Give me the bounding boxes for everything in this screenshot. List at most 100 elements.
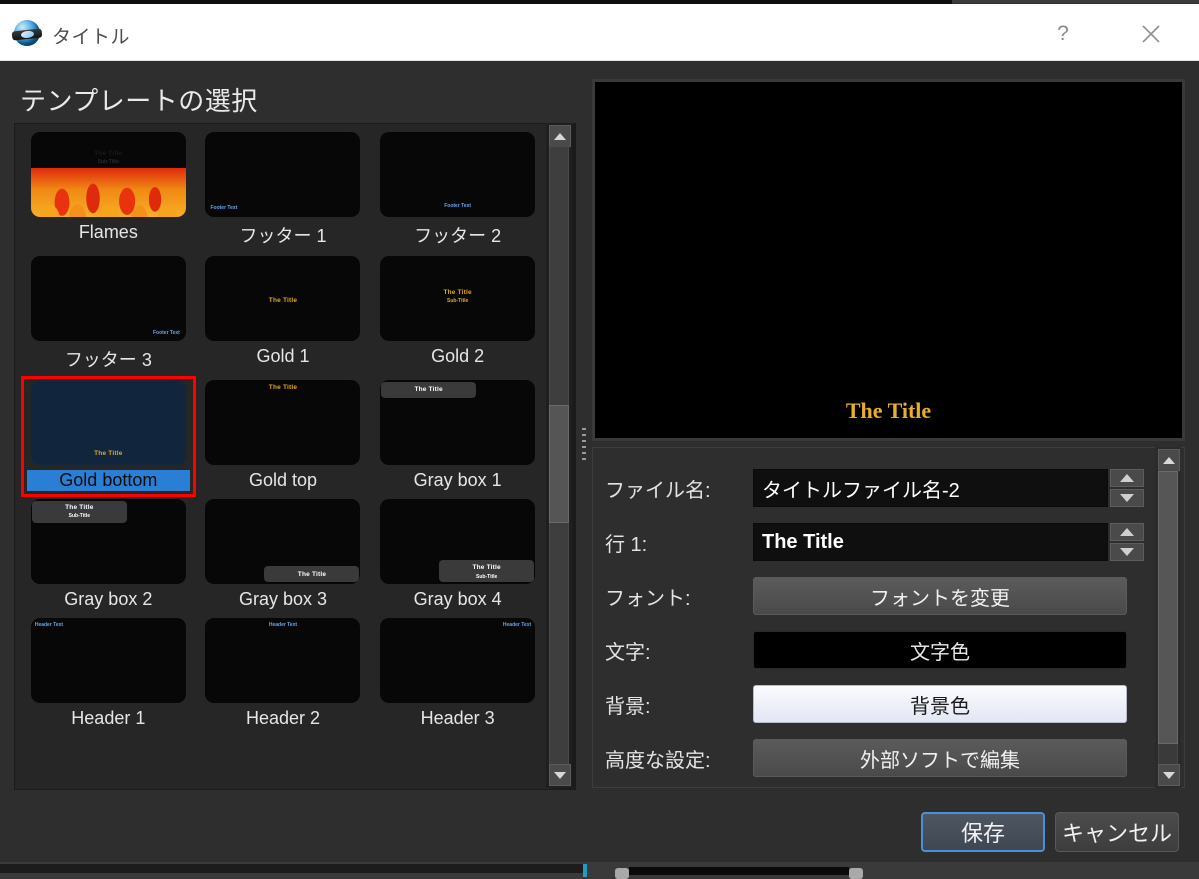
text-color-label: 文字: — [605, 641, 651, 664]
scrollbar-thumb[interactable] — [1158, 471, 1178, 744]
template-item[interactable]: The Title Sub-Title Gold 2 — [372, 254, 543, 376]
template-item-label: Gray box 3 — [238, 589, 328, 609]
dialog-body: テンプレートの選択 The Title Sub-Title Flames Footer… — [0, 61, 1199, 801]
thumbnail-header: Header Text — [34, 622, 64, 628]
template-item-label: Gray box 2 — [64, 589, 153, 609]
template-thumbnail: Header Text — [30, 618, 186, 703]
thumbnail-footer: Footer Text — [210, 205, 238, 211]
line1-stepper[interactable] — [1110, 523, 1144, 561]
template-item[interactable]: Footer Text フッター 1 — [198, 130, 369, 252]
title-bar: タイトル ? — [0, 4, 1199, 61]
field-row-background-color: 背景: 背景色 — [605, 680, 1145, 728]
font-label: フォント: — [605, 587, 691, 610]
template-item[interactable]: The Title Gold bottom — [21, 376, 196, 497]
stepper-down-button[interactable] — [1110, 489, 1144, 507]
template-thumbnail: Footer Text — [205, 132, 361, 217]
template-item-label: フッター 1 — [239, 226, 327, 246]
slider-handle-right[interactable] — [849, 868, 863, 879]
thumbnail-title: The Title — [65, 504, 94, 511]
template-item[interactable]: Footer Text フッター 2 — [372, 130, 543, 252]
chevron-up-icon — [1120, 474, 1134, 482]
close-button[interactable] — [1123, 8, 1179, 60]
template-item[interactable]: The Title Gray box 3 — [198, 497, 369, 614]
template-item-label: Gold top — [248, 470, 318, 490]
template-item[interactable]: The Title Gray box 1 — [372, 378, 543, 495]
slider-handle-left[interactable] — [615, 868, 629, 879]
background-color-button[interactable]: 背景色 — [753, 685, 1127, 723]
template-item-label: Header 3 — [420, 708, 495, 728]
template-thumbnail: The Title Sub-Title — [30, 499, 186, 584]
panel-splitter[interactable] — [578, 123, 590, 788]
scroll-up-button[interactable] — [549, 125, 571, 147]
help-button[interactable]: ? — [1035, 8, 1091, 60]
thumbnail-title: The Title — [268, 297, 298, 304]
scroll-down-button[interactable] — [549, 764, 571, 786]
template-grid: The Title Sub-Title Flames Footer Text フッター … — [21, 130, 543, 733]
template-thumbnail: Footer Text — [380, 132, 536, 217]
thumbnail-footer: Footer Text — [444, 203, 472, 209]
template-item[interactable]: The Title Sub-Title Gray box 2 — [23, 497, 194, 614]
chevron-down-icon — [1163, 771, 1175, 779]
thumbnail-subtitle: Sub-Title — [97, 159, 119, 165]
template-thumbnail: Footer Text — [30, 256, 186, 341]
template-item[interactable]: Footer Text フッター 3 — [23, 254, 194, 376]
template-list-scrollbar[interactable] — [546, 123, 572, 788]
template-item[interactable]: Header Text Header 3 — [372, 616, 543, 733]
help-icon: ? — [1057, 22, 1069, 45]
template-thumbnail: The Title — [380, 380, 536, 465]
scroll-up-button[interactable] — [1158, 449, 1180, 471]
template-item[interactable]: The Title Gold 1 — [198, 254, 369, 376]
scroll-down-button[interactable] — [1158, 764, 1180, 786]
template-thumbnail: Header Text — [205, 618, 361, 703]
template-item[interactable]: Header Text Header 1 — [23, 616, 194, 733]
stepper-up-button[interactable] — [1110, 469, 1144, 487]
line1-input[interactable]: The Title — [753, 523, 1108, 561]
template-thumbnail: The Title — [205, 380, 361, 465]
template-item[interactable]: The Title Sub-Title Gray box 4 — [372, 497, 543, 614]
title-dialog-window: タイトル ? テンプレートの選択 The Title Sub-Title Flame… — [0, 0, 1199, 862]
thumbnail-footer: Footer Text — [152, 330, 180, 336]
thumbnail-header: Header Text — [502, 622, 532, 628]
filename-input[interactable]: タイトルファイル名-2 — [753, 469, 1108, 507]
playhead-marker — [583, 864, 587, 877]
background-color-label: 背景: — [605, 695, 651, 718]
template-item[interactable]: The Title Gold top — [198, 378, 369, 495]
openshot-sphere-icon — [11, 18, 43, 48]
window-top-edge-right — [952, 0, 1199, 3]
preview-canvas[interactable]: The Title — [595, 82, 1182, 438]
template-item[interactable]: Header Text Header 2 — [198, 616, 369, 733]
change-font-button[interactable]: フォントを変更 — [753, 577, 1127, 615]
template-item-label: Gold 1 — [256, 346, 310, 366]
thumbnail-subtitle: Sub-Title — [476, 574, 498, 580]
thumbnail-title: The Title — [414, 386, 443, 393]
template-thumbnail: The Title — [205, 499, 361, 584]
filename-label: ファイル名: — [605, 479, 711, 502]
template-list[interactable]: The Title Sub-Title Flames Footer Text フッター … — [14, 123, 576, 790]
chevron-down-icon — [554, 771, 566, 779]
template-item-label: Gray box 4 — [413, 589, 502, 609]
edit-external-button[interactable]: 外部ソフトで編集 — [753, 739, 1127, 777]
thumbnail-subtitle: Sub-Title — [447, 298, 469, 304]
template-thumbnail: The Title Sub-Title — [380, 256, 536, 341]
template-list-viewport: The Title Sub-Title Flames Footer Text フッター … — [15, 124, 553, 789]
save-button[interactable]: 保存 — [921, 812, 1045, 852]
template-thumbnail: The Title — [30, 380, 186, 465]
page-title: テンプレートの選択 — [20, 86, 258, 116]
cancel-button[interactable]: キャンセル — [1055, 812, 1179, 852]
filename-stepper[interactable] — [1110, 469, 1144, 507]
chevron-up-icon — [554, 132, 566, 140]
template-thumbnail: Header Text — [380, 618, 536, 703]
dialog-footer: 保存 キャンセル — [0, 801, 1199, 862]
text-color-button[interactable]: 文字色 — [753, 631, 1127, 669]
field-row-filename: ファイル名: タイトルファイル名-2 — [605, 464, 1145, 512]
thumbnail-title: The Title — [94, 450, 123, 457]
scrollbar-thumb[interactable] — [549, 405, 569, 523]
chevron-down-icon — [1120, 494, 1134, 502]
stepper-down-button[interactable] — [1110, 543, 1144, 561]
template-item[interactable]: The Title Sub-Title Flames — [23, 130, 194, 252]
stepper-up-button[interactable] — [1110, 523, 1144, 541]
template-item-label: フッター 3 — [64, 350, 152, 370]
flames-graphic — [30, 167, 186, 217]
properties-panel-scrollbar[interactable] — [1155, 447, 1181, 788]
template-item-label: フッター 2 — [414, 226, 502, 246]
